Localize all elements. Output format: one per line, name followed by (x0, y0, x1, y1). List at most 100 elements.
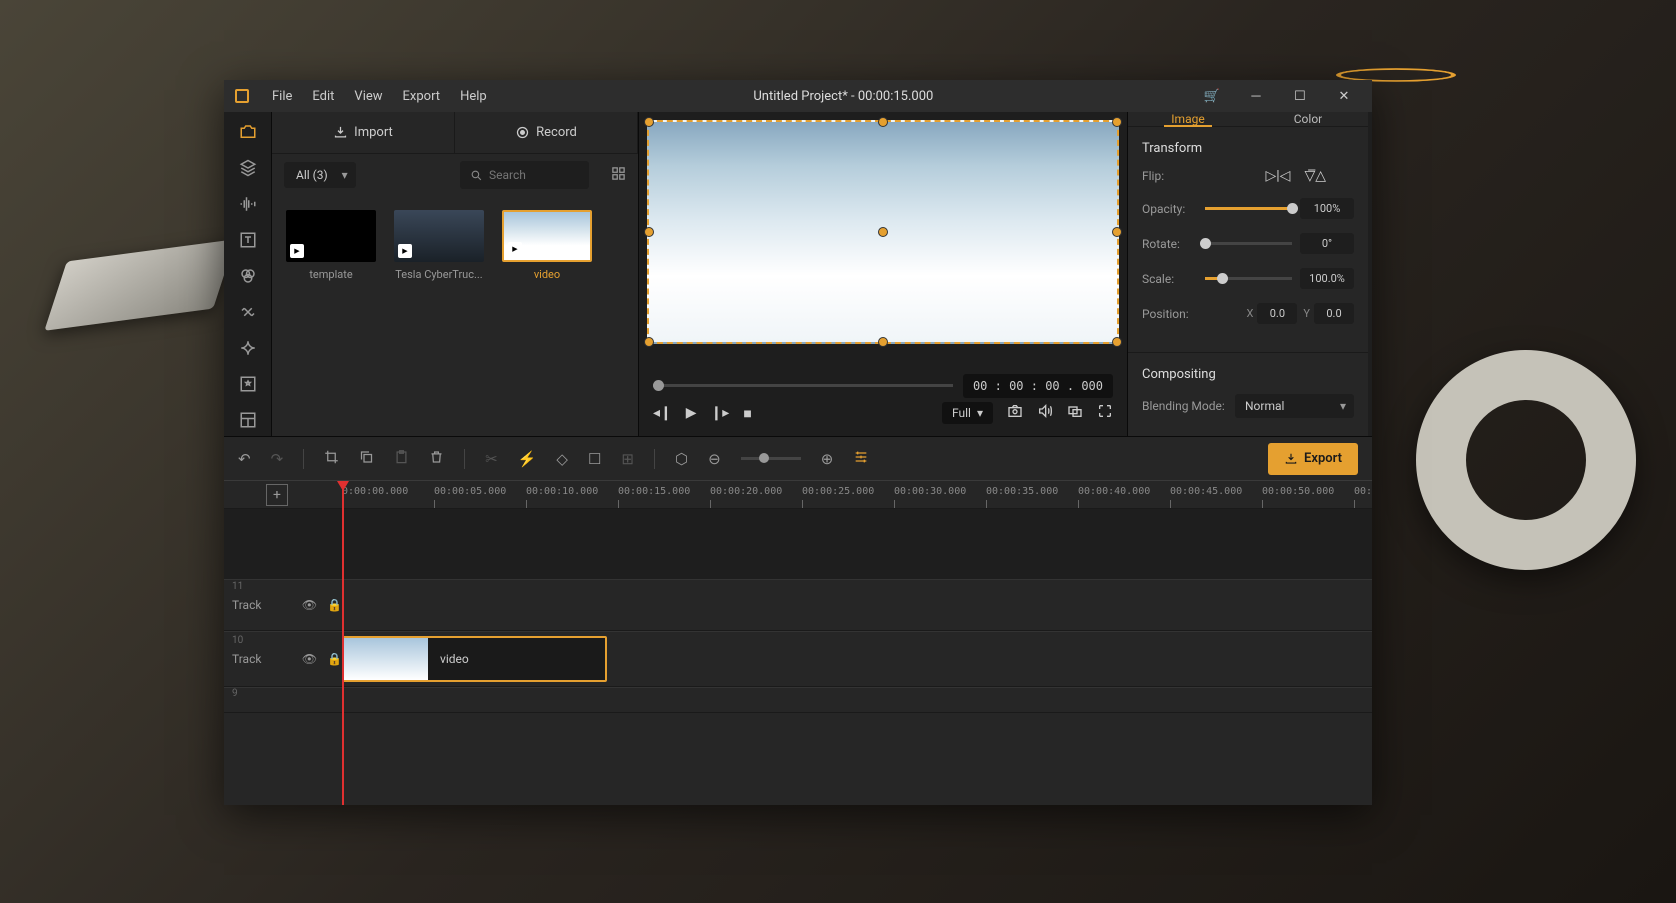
resize-handle[interactable] (644, 117, 654, 127)
split-icon[interactable]: ✂ (485, 450, 498, 468)
compositing-heading: Compositing (1142, 367, 1354, 382)
add-track-button[interactable]: + (266, 484, 288, 506)
scale-value[interactable]: 100.0% (1300, 268, 1354, 289)
preview-canvas[interactable] (647, 120, 1119, 344)
resize-handle[interactable] (644, 337, 654, 347)
resize-handle[interactable] (1112, 227, 1122, 237)
snapshot-icon[interactable] (1007, 402, 1023, 424)
delete-icon[interactable] (429, 448, 444, 470)
media-item-video[interactable]: video (502, 210, 592, 281)
maximize-button[interactable]: ☐ (1280, 80, 1320, 112)
zoom-slider[interactable] (741, 457, 801, 460)
tab-image[interactable]: Image (1128, 112, 1248, 126)
crop-icon[interactable] (324, 448, 339, 470)
lock-icon[interactable]: 🔒 (327, 652, 342, 666)
opacity-slider[interactable] (1205, 207, 1292, 210)
window-title: Untitled Project* - 00:00:15.000 (499, 89, 1188, 104)
audio-icon[interactable] (1037, 402, 1053, 424)
center-handle[interactable] (878, 227, 888, 237)
menu-view[interactable]: View (346, 85, 390, 108)
media-label: Tesla CyberTruc... (395, 268, 482, 281)
track-row: 9 (224, 687, 1372, 713)
snap-icon[interactable]: ⬡ (675, 450, 688, 468)
visibility-icon[interactable]: 👁 (302, 652, 317, 666)
transitions-tab-icon[interactable] (228, 296, 268, 328)
flip-vertical-icon[interactable]: ▽̅△ (1304, 168, 1326, 184)
record-button[interactable]: Record (455, 112, 638, 153)
flip-horizontal-icon[interactable]: ▷|◁ (1266, 168, 1291, 184)
media-tab-icon[interactable] (228, 116, 268, 148)
menu-help[interactable]: Help (452, 85, 495, 108)
quality-dropdown[interactable]: Full▾ (942, 402, 993, 424)
scrubber-thumb[interactable] (653, 380, 664, 391)
menu-export[interactable]: Export (395, 85, 449, 108)
search-input[interactable] (489, 168, 579, 182)
clip-label: video (428, 652, 481, 666)
speed-icon[interactable]: ⚡ (518, 450, 537, 468)
menu-file[interactable]: File (264, 85, 300, 108)
zoom-in-icon[interactable]: ⊕ (821, 450, 834, 468)
playhead[interactable] (342, 481, 344, 805)
text-tab-icon[interactable] (228, 224, 268, 256)
visibility-icon[interactable]: 👁 (302, 598, 317, 612)
search-box[interactable] (460, 161, 589, 189)
rotate-slider[interactable] (1205, 242, 1292, 245)
media-item-template[interactable]: template (286, 210, 376, 281)
zoom-out-icon[interactable]: ⊖ (708, 450, 721, 468)
close-button[interactable]: ✕ (1324, 80, 1364, 112)
effects-tab-icon[interactable] (228, 332, 268, 364)
play-button[interactable]: ▶ (686, 405, 697, 421)
paste-icon[interactable] (394, 448, 409, 470)
filters-tab-icon[interactable] (228, 260, 268, 292)
next-frame-button[interactable]: ❙▸ (711, 405, 730, 421)
copy-icon[interactable] (359, 448, 374, 470)
sidebar (224, 112, 272, 436)
grid-view-icon[interactable] (611, 166, 626, 185)
play-badge-icon (398, 244, 412, 258)
tab-color[interactable]: Color (1248, 112, 1368, 126)
menu-edit[interactable]: Edit (304, 85, 342, 108)
lock-icon[interactable]: 🔒 (327, 598, 342, 612)
media-item-tesla[interactable]: Tesla CyberTruc... (394, 210, 484, 281)
export-button[interactable]: Export (1268, 443, 1358, 475)
transform-heading: Transform (1142, 141, 1354, 156)
cart-icon[interactable]: 🛒 (1192, 80, 1232, 112)
media-panel: Import Record All (3) template (272, 112, 638, 436)
time-display: 00 : 00 : 00 . 000 (963, 374, 1113, 398)
export-settings-icon[interactable] (853, 448, 869, 470)
media-filter-dropdown[interactable]: All (3) (284, 162, 356, 188)
split-tab-icon[interactable] (228, 404, 268, 436)
prev-frame-button[interactable]: ◂❙ (653, 405, 672, 421)
resize-handle[interactable] (644, 227, 654, 237)
resize-handle[interactable] (878, 337, 888, 347)
position-x[interactable]: 0.0 (1257, 303, 1297, 324)
scale-slider[interactable] (1205, 277, 1292, 280)
detach-icon[interactable] (1067, 402, 1083, 424)
resize-handle[interactable] (1112, 337, 1122, 347)
title-bar: File Edit View Export Help Untitled Proj… (224, 80, 1372, 112)
opacity-value[interactable]: 100% (1300, 198, 1354, 219)
layers-tab-icon[interactable] (228, 152, 268, 184)
marker-icon[interactable]: ☐ (588, 450, 601, 468)
minimize-button[interactable]: ─ (1236, 80, 1276, 112)
timeline-clip[interactable]: video (342, 636, 607, 682)
position-y[interactable]: 0.0 (1314, 303, 1354, 324)
track-row: 11 Track 👁 🔒 (224, 579, 1372, 631)
resize-handle[interactable] (878, 117, 888, 127)
audio-tab-icon[interactable] (228, 188, 268, 220)
rotate-value[interactable]: 0° (1300, 233, 1354, 254)
templates-tab-icon[interactable] (228, 368, 268, 400)
stop-button[interactable]: ■ (743, 405, 751, 422)
media-label: video (534, 268, 560, 281)
undo-icon[interactable]: ↶ (238, 450, 251, 468)
timeline-ruler[interactable]: + 0:00:00.00000:00:05.00000:00:10.00000:… (224, 481, 1372, 509)
group-icon[interactable]: ⊞ (621, 450, 634, 468)
redo-icon[interactable]: ↷ (271, 450, 284, 468)
keyframe-icon[interactable]: ◇ (556, 450, 568, 468)
resize-handle[interactable] (1112, 117, 1122, 127)
import-button[interactable]: Import (272, 112, 455, 153)
fullscreen-icon[interactable] (1097, 402, 1113, 424)
track-label: Track (232, 652, 261, 666)
blend-mode-dropdown[interactable]: Normal (1235, 394, 1354, 418)
preview-scrubber[interactable] (653, 384, 953, 387)
